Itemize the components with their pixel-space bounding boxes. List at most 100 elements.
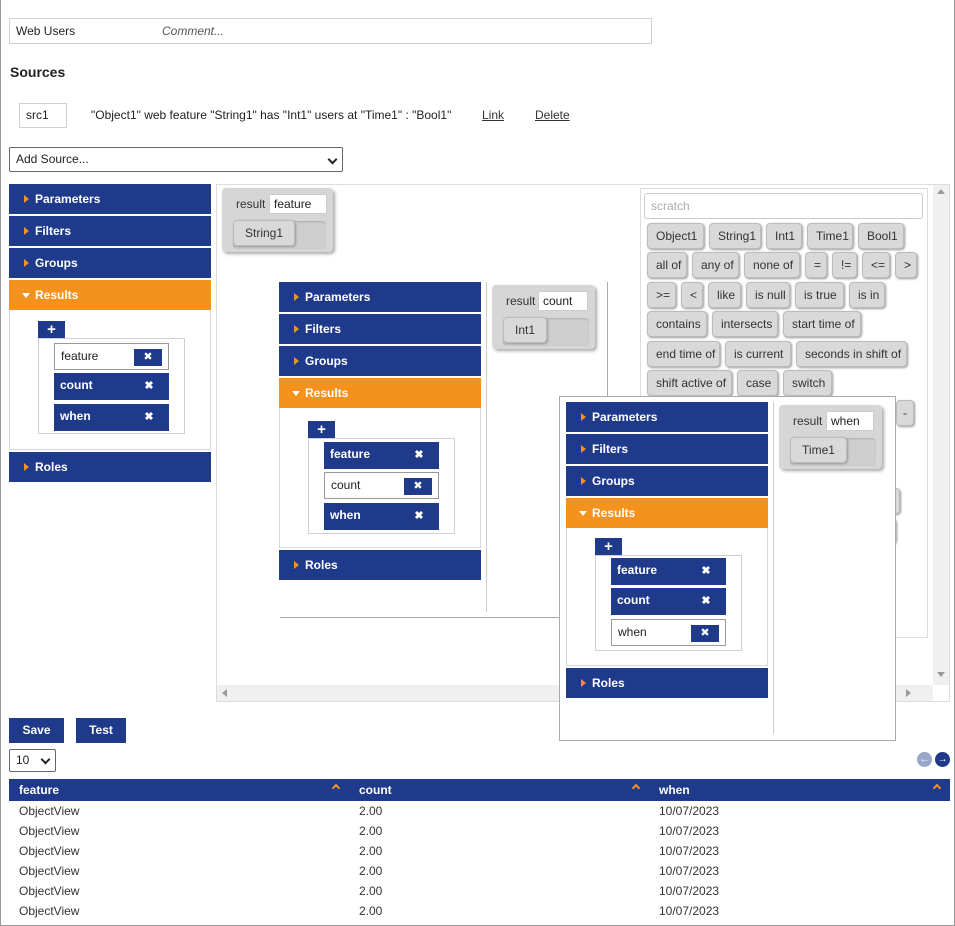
accordion-groups[interactable]: Groups [9,248,211,278]
accordion-results[interactable]: Results [279,378,481,408]
chip-switch[interactable]: switch [783,370,832,396]
chip-int1[interactable]: Int1 [503,317,547,343]
chip-lte[interactable]: <= [862,252,890,278]
chip-gte[interactable]: >= [647,282,676,308]
result-item-feature[interactable]: feature ✖ [324,442,439,469]
result-item-count[interactable]: count ✖ [324,472,439,499]
chip-shift-active-of[interactable]: shift active of [647,370,732,396]
result-item-feature[interactable]: feature ✖ [611,558,726,585]
sort-up-icon[interactable] [932,783,942,793]
chip-seconds-in-shift-of[interactable]: seconds in shift of [796,341,907,367]
chip-intersects[interactable]: intersects [712,311,778,337]
result-item-feature[interactable]: feature ✖ [54,343,169,370]
accordion-filters[interactable]: Filters [9,216,211,246]
remove-icon[interactable]: ✖ [692,593,720,610]
chip-bool1[interactable]: Bool1 [858,223,904,249]
page-size-select[interactable]: 10 [9,749,56,772]
remove-icon[interactable]: ✖ [134,349,162,366]
chip-gt[interactable]: > [895,252,917,278]
chip-int1[interactable]: Int1 [766,223,802,249]
accordion-results[interactable]: Results [566,498,768,528]
remove-icon[interactable]: ✖ [405,447,433,464]
chip-is-true[interactable]: is true [795,282,844,308]
add-source-select[interactable]: Add Source... [9,147,343,172]
accordion-label: Results [592,506,636,520]
accordion-groups[interactable]: Groups [566,466,768,496]
test-button[interactable]: Test [76,718,126,743]
result-item-count[interactable]: count ✖ [611,588,726,615]
scroll-right-icon[interactable] [906,689,911,697]
scroll-left-icon[interactable] [222,689,227,697]
result-item-count[interactable]: count ✖ [54,373,169,400]
add-result-button[interactable]: + [308,421,335,439]
chip-time1[interactable]: Time1 [790,437,847,463]
accordion-filters[interactable]: Filters [566,434,768,464]
chip-is-in[interactable]: is in [849,282,885,308]
remove-icon[interactable]: ✖ [405,508,433,525]
sort-up-icon[interactable] [631,783,641,793]
column-header-feature[interactable]: feature [9,779,349,801]
accordion-filters[interactable]: Filters [279,314,481,344]
chip-like[interactable]: like [708,282,741,308]
result-item-when[interactable]: when ✖ [611,619,726,646]
result-item-when[interactable]: when ✖ [54,404,169,431]
chip-string1[interactable]: String1 [709,223,761,249]
add-result-button[interactable]: + [38,321,65,339]
comment-field[interactable]: Comment... [156,18,652,44]
source-link[interactable]: Link [482,108,504,122]
sources-heading: Sources [10,64,66,80]
result-name-field[interactable]: count [538,291,588,311]
chevron-down-icon [327,154,338,165]
save-button[interactable]: Save [9,718,64,743]
accordion-results[interactable]: Results [9,280,211,310]
accordion-roles[interactable]: Roles [279,550,481,580]
chip-none-of[interactable]: none of [744,252,800,278]
chip-is-null[interactable]: is null [746,282,790,308]
remove-icon[interactable]: ✖ [135,378,163,395]
source-delete-link[interactable]: Delete [535,108,570,122]
chip-equals[interactable]: = [805,252,827,278]
accordion-parameters[interactable]: Parameters [279,282,481,312]
chip-not-equals[interactable]: != [832,252,857,278]
caret-right-icon [294,561,299,569]
scroll-down-icon[interactable] [937,672,945,677]
chip-object1[interactable]: Object1 [647,223,704,249]
prev-page-icon[interactable]: ← [917,752,932,767]
chip-string1[interactable]: String1 [233,220,295,246]
chip-time1[interactable]: Time1 [807,223,853,249]
scroll-up-icon[interactable] [937,189,945,194]
source-id-field[interactable]: src1 [19,103,67,128]
chip-all-of[interactable]: all of [647,252,687,278]
scratch-input[interactable]: scratch [644,193,923,219]
remove-icon[interactable]: ✖ [135,409,163,426]
chip-minus[interactable]: - [896,400,914,426]
chip-case[interactable]: case [737,370,778,396]
accordion-groups[interactable]: Groups [279,346,481,376]
accordion-parameters[interactable]: Parameters [9,184,211,214]
chip-end-time-of[interactable]: end time of [647,341,720,367]
next-page-icon[interactable]: → [935,752,950,767]
vertical-scrollbar[interactable] [933,185,949,685]
result-name-field[interactable]: when [826,411,874,431]
accordion-roles[interactable]: Roles [566,668,768,698]
sort-up-icon[interactable] [331,783,341,793]
result-item-when[interactable]: when ✖ [324,503,439,530]
chip-lt[interactable]: < [681,282,703,308]
result-box-count[interactable]: result count Int1 [492,285,595,349]
chip-any-of[interactable]: any of [692,252,739,278]
accordion-roles[interactable]: Roles [9,452,211,482]
add-result-button[interactable]: + [595,538,622,556]
result-box-feature[interactable]: result feature String1 [222,188,333,252]
remove-icon[interactable]: ✖ [404,478,432,495]
result-name-field[interactable]: feature [269,194,327,214]
accordion-parameters[interactable]: Parameters [566,402,768,432]
remove-icon[interactable]: ✖ [692,563,720,580]
chip-start-time-of[interactable]: start time of [783,311,861,337]
remove-icon[interactable]: ✖ [691,625,719,642]
chip-is-current[interactable]: is current [725,341,791,367]
chip-contains[interactable]: contains [647,311,707,337]
query-title-field[interactable]: Web Users [9,18,157,44]
result-box-when[interactable]: result when Time1 [779,405,882,469]
column-header-when[interactable]: when [649,779,950,801]
column-header-count[interactable]: count [349,779,649,801]
